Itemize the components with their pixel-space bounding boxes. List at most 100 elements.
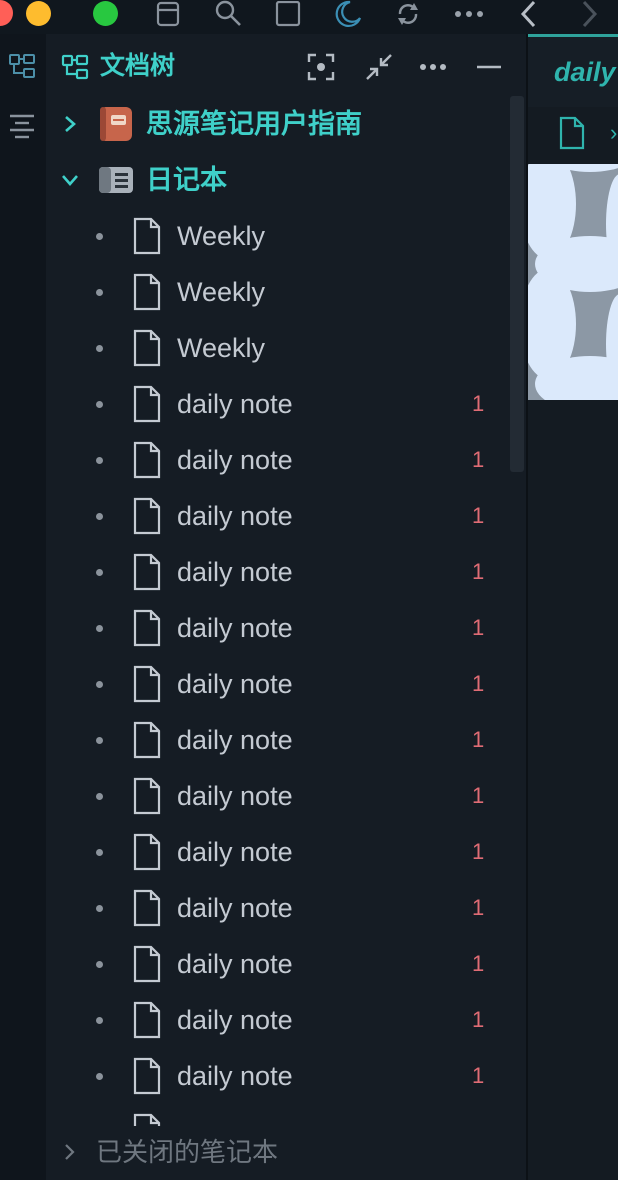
bullet-icon [96,289,103,296]
chevron-right-icon[interactable] [58,110,82,138]
close-window-button[interactable] [0,0,13,26]
bullet-icon [96,737,103,744]
bullet-icon [96,793,103,800]
ref-count: 1 [472,559,485,584]
doc-title: daily note [177,949,293,979]
document-icon [133,609,161,647]
bullet-icon [96,569,103,576]
doc-title: daily note [177,557,293,587]
doc-title: Weekly [177,221,266,251]
doc-title: Weekly [177,277,266,307]
collapse-icon[interactable] [362,50,396,84]
left-dock [0,34,46,1180]
more-icon[interactable] [416,50,450,84]
doc-item[interactable]: daily note 1 [46,544,510,600]
doc-item[interactable]: daily note 1 [46,880,510,936]
doc-title: daily note [177,1005,293,1035]
document-icon [133,665,161,703]
document-icon [133,385,161,423]
document-icon [133,833,161,871]
bullet-icon [96,681,103,688]
doc-title: daily note [177,1061,293,1091]
notebook-item[interactable]: 日记本 [46,152,510,208]
ref-count: 1 [472,503,485,528]
doc-item-partial[interactable] [46,1104,510,1126]
doc-item[interactable]: daily note 1 [46,600,510,656]
doc-title: Weekly [177,333,266,363]
doc-item[interactable]: daily note 1 [46,376,510,432]
doc-item[interactable]: daily note 1 [46,656,510,712]
sync-icon[interactable] [392,0,424,28]
document-banner-image [528,164,618,400]
doc-title: daily note [177,613,293,643]
closed-notebooks-section[interactable]: 已关闭的笔记本 [46,1126,528,1180]
ref-count: 1 [472,951,485,976]
doc-item[interactable]: daily note 1 [46,768,510,824]
ref-count: 1 [472,839,485,864]
doc-item[interactable]: daily note 1 [46,712,510,768]
panel-title: 文档树 [100,52,176,80]
panel-header: 文档树 [46,34,528,98]
ref-count: 1 [472,447,485,472]
more-icon[interactable] [452,0,486,28]
document-icon [133,1001,161,1039]
chevron-right-icon[interactable] [60,1138,80,1166]
minimize-window-button[interactable] [26,1,51,26]
bullet-icon [96,961,103,968]
doc-title: daily note [177,893,293,923]
doc-item[interactable]: daily note 1 [46,992,510,1048]
doc-title: daily note [177,781,293,811]
forward-icon[interactable] [574,0,604,28]
search-icon[interactable] [212,0,244,28]
doc-title: daily note [177,389,293,419]
outline-icon[interactable] [6,110,38,142]
document-icon [133,889,161,927]
maximize-window-button[interactable] [93,1,118,26]
doc-item[interactable]: daily note 1 [46,432,510,488]
file-tree-panel: 文档树 思源笔记用户指南 日记本 Weekly Weekly Weekly da… [46,34,528,1180]
doc-item[interactable]: Weekly [46,264,510,320]
ref-count: 1 [472,1007,485,1032]
bullet-icon [96,849,103,856]
editor-tab[interactable]: daily [528,34,618,107]
window-toolbar [0,0,618,34]
minimize-icon[interactable] [472,50,506,84]
doc-item[interactable]: daily note 1 [46,936,510,992]
ref-count: 1 [472,1063,485,1088]
tree-scrollbar[interactable] [510,96,524,472]
notebook-item[interactable]: 思源笔记用户指南 [46,96,510,152]
file-tree-icon [60,52,90,82]
doc-item[interactable]: daily note 1 [46,824,510,880]
square-icon[interactable] [272,0,304,28]
doc-item[interactable]: daily note 1 [46,488,510,544]
document-icon[interactable] [558,116,586,150]
bullet-icon [96,1017,103,1024]
ref-count: 1 [472,895,485,920]
book-icon [98,106,134,142]
document-icon [133,497,161,535]
document-icon [133,441,161,479]
bullet-icon [96,401,103,408]
doc-title: daily note [177,445,293,475]
bullet-icon [96,345,103,352]
chevron-down-icon[interactable] [58,166,82,194]
document-tree: 思源笔记用户指南 日记本 Weekly Weekly Weekly daily … [46,96,510,1126]
doc-title: daily note [177,501,293,531]
bullet-icon [96,625,103,632]
back-icon[interactable] [514,0,544,28]
notebook-label: 日记本 [146,165,227,195]
bullet-icon [96,513,103,520]
tab-title: daily [554,57,616,87]
doc-item[interactable]: Weekly [46,320,510,376]
editor-area: daily › [528,34,618,1180]
ref-count: 1 [472,783,485,808]
file-tree-icon[interactable] [6,50,38,82]
doc-item[interactable]: Weekly [46,208,510,264]
moon-icon[interactable] [332,0,364,28]
notebook-label: 思源笔记用户指南 [146,109,362,139]
doc-item[interactable]: daily note 1 [46,1048,510,1104]
document-icon [133,553,161,591]
calendar-icon[interactable] [152,0,184,28]
focus-icon[interactable] [304,50,338,84]
bullet-icon [96,1073,103,1080]
